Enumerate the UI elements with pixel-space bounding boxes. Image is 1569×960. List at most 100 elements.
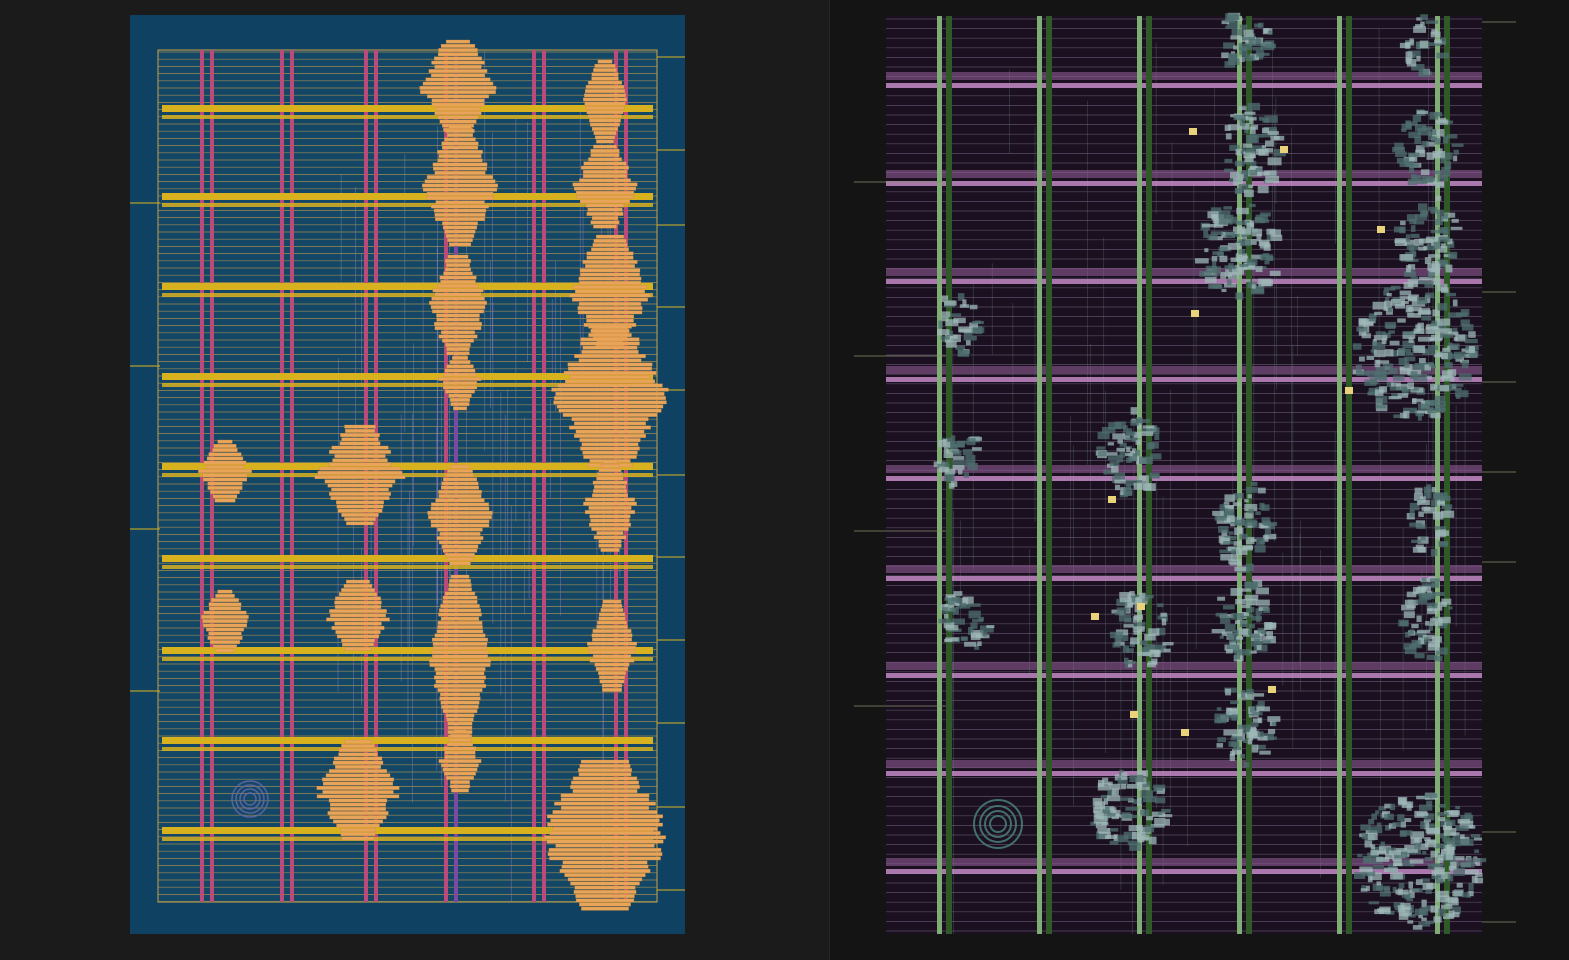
- std-cell: [1448, 312, 1462, 318]
- std-cell-row: [214, 498, 236, 503]
- std-cell: [950, 481, 958, 487]
- std-cell: [1231, 612, 1244, 620]
- std-cell-row: [207, 486, 243, 490]
- std-cell: [1254, 638, 1260, 644]
- std-cell-row: [437, 527, 483, 532]
- std-cell: [1226, 279, 1232, 286]
- std-cell-row: [206, 456, 244, 461]
- std-cell-row: [439, 696, 481, 701]
- highlighted-cell: [1377, 226, 1385, 233]
- std-cell-row: [344, 424, 376, 429]
- std-cell-row: [561, 864, 649, 869]
- std-cell-row: [548, 848, 662, 852]
- std-cell: [1144, 595, 1150, 602]
- std-cell: [1232, 746, 1242, 751]
- std-cell: [1456, 882, 1463, 888]
- std-cell: [1371, 813, 1377, 820]
- std-cell: [1408, 337, 1414, 343]
- std-cell-row: [582, 450, 638, 455]
- std-cell: [1406, 804, 1412, 811]
- std-cell-row: [596, 139, 614, 144]
- std-cell: [1357, 853, 1363, 858]
- std-cell-row: [593, 224, 617, 229]
- std-cell: [1434, 39, 1442, 44]
- std-cell: [1238, 106, 1247, 111]
- std-cell: [1264, 527, 1272, 536]
- std-cell: [1154, 797, 1166, 804]
- std-cell: [944, 639, 953, 643]
- std-cell: [1436, 318, 1451, 326]
- std-cell: [1139, 640, 1148, 646]
- std-cell: [1419, 210, 1428, 217]
- std-cell: [1445, 264, 1453, 273]
- power-rail: [886, 760, 1482, 768]
- std-cell: [1129, 774, 1144, 783]
- std-cell: [1224, 494, 1235, 502]
- std-cell-row: [330, 613, 386, 618]
- std-cell: [1220, 553, 1233, 561]
- std-cell: [1097, 450, 1108, 457]
- std-cell-row: [330, 496, 390, 500]
- std-cell: [1437, 283, 1448, 292]
- std-cell-row: [571, 780, 639, 785]
- std-cell-row: [572, 182, 638, 187]
- std-cell: [1426, 800, 1433, 806]
- std-cell: [1211, 255, 1218, 262]
- std-cell-row: [422, 187, 498, 192]
- std-cell-row: [328, 462, 392, 467]
- std-cell-row: [431, 60, 485, 65]
- std-cell: [1267, 736, 1277, 740]
- std-cell-row: [593, 489, 627, 493]
- std-cell: [1242, 143, 1253, 148]
- std-cell-row: [574, 354, 646, 358]
- std-cell: [1238, 628, 1248, 635]
- std-cell-row: [591, 127, 619, 131]
- std-cell: [1424, 793, 1438, 798]
- std-cell: [1434, 495, 1440, 501]
- std-cell: [1220, 616, 1231, 624]
- std-cell-row: [439, 275, 477, 280]
- std-cell: [1230, 750, 1235, 756]
- std-cell-row: [328, 769, 388, 773]
- std-cell: [1231, 714, 1238, 721]
- std-cell: [1390, 382, 1401, 387]
- std-cell-row: [441, 481, 479, 486]
- std-cell-row: [341, 744, 375, 748]
- std-cell: [1221, 52, 1229, 59]
- highlighted-cell: [1191, 310, 1199, 317]
- std-cell: [1126, 428, 1133, 432]
- std-cell-row: [428, 69, 488, 73]
- highlighted-cell: [1189, 128, 1197, 135]
- std-cell: [1374, 311, 1383, 316]
- std-cell: [1419, 907, 1427, 916]
- std-cell: [1425, 20, 1439, 24]
- std-cell: [1434, 404, 1445, 413]
- std-cell: [1455, 334, 1466, 342]
- std-cell-row: [562, 413, 658, 417]
- std-cell: [1245, 563, 1254, 572]
- std-cell: [1119, 797, 1133, 801]
- std-cell: [1124, 660, 1136, 665]
- std-cell-row: [448, 124, 472, 129]
- std-cell: [1251, 732, 1258, 736]
- std-cell: [1239, 24, 1248, 29]
- std-cell: [1225, 688, 1232, 696]
- std-cell: [1137, 651, 1151, 656]
- std-cell: [1241, 588, 1252, 592]
- std-cell: [1225, 649, 1233, 654]
- std-cell: [1437, 857, 1444, 863]
- std-cell-row: [581, 165, 629, 170]
- std-cell: [1138, 456, 1153, 464]
- std-cell-row: [591, 76, 619, 81]
- std-cell-row: [342, 642, 374, 647]
- std-cell-row: [584, 510, 636, 514]
- std-cell: [1433, 353, 1443, 358]
- right-layout-panel: [829, 0, 1569, 960]
- std-cell: [1416, 110, 1429, 115]
- std-cell: [1426, 654, 1438, 661]
- std-cell: [1393, 414, 1401, 419]
- power-rail: [162, 737, 653, 744]
- std-cell: [1134, 449, 1140, 456]
- std-cell: [1413, 220, 1425, 225]
- std-cell: [1267, 157, 1282, 166]
